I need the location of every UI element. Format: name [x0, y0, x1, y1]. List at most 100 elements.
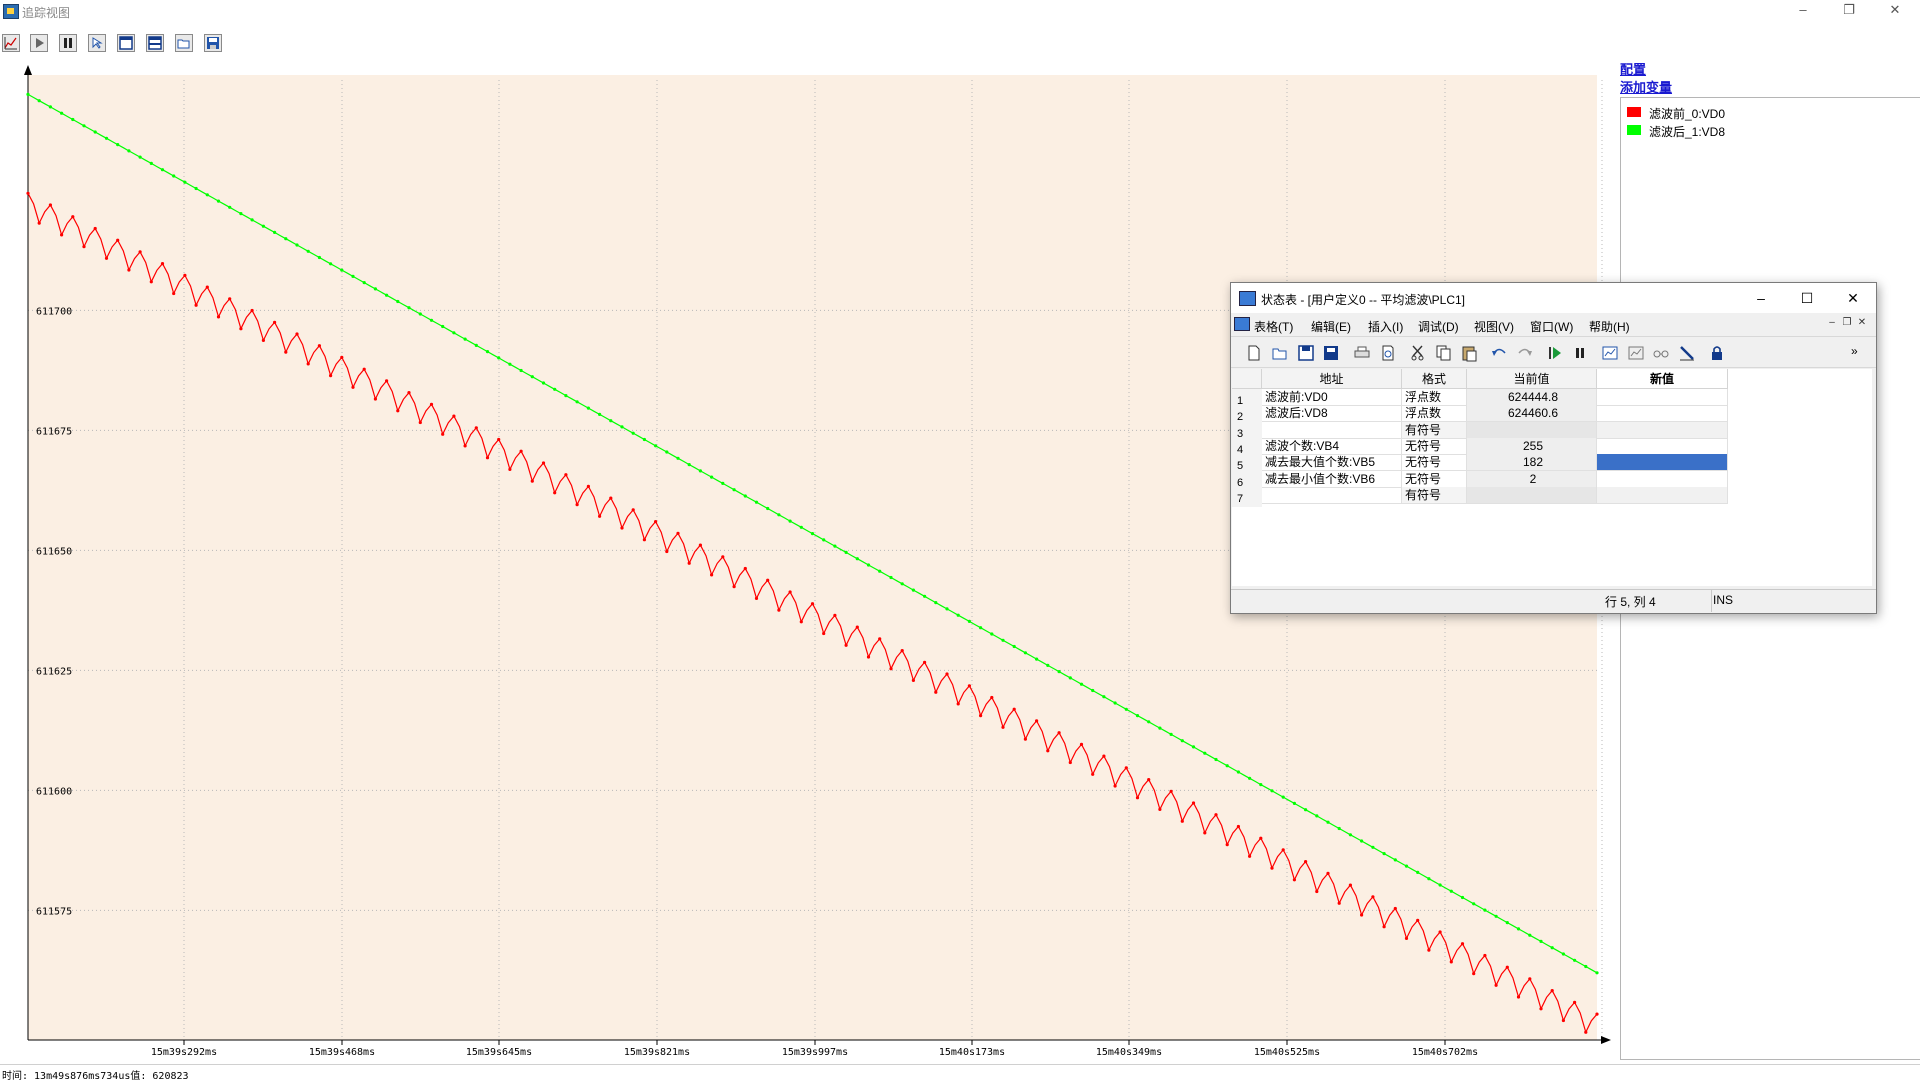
selected-new-value-cell[interactable] — [1597, 454, 1728, 472]
cursor-icon[interactable] — [88, 34, 106, 52]
redo-icon[interactable] — [1516, 344, 1534, 362]
series-point — [1584, 964, 1588, 969]
mdi-minimize-button[interactable]: – — [1825, 317, 1839, 331]
series-point — [1102, 695, 1106, 699]
series-point — [26, 191, 30, 195]
column-header-new[interactable]: 新值 — [1597, 369, 1728, 389]
cell-current[interactable]: 624460.6 — [1467, 405, 1597, 423]
menu-edit[interactable]: 编辑(E) — [1311, 318, 1351, 335]
cell-new[interactable] — [1597, 405, 1728, 423]
cell-current[interactable]: 255 — [1467, 437, 1597, 455]
cell-current[interactable]: 624444.8 — [1467, 389, 1597, 406]
play-icon[interactable] — [30, 34, 48, 52]
cell-address[interactable] — [1262, 421, 1402, 439]
cell-new[interactable] — [1597, 421, 1728, 439]
window-icon[interactable] — [117, 34, 135, 52]
maximize-button[interactable]: ☐ — [1784, 283, 1830, 313]
cell-current[interactable]: 2 — [1467, 470, 1597, 488]
series-point — [777, 608, 781, 612]
cell-new[interactable] — [1597, 389, 1728, 406]
series-point — [508, 362, 512, 366]
cell-address[interactable]: 滤波前:VD0 — [1262, 389, 1402, 406]
chart-icon[interactable] — [2, 34, 20, 52]
series-point — [934, 601, 938, 605]
chart-options-icon[interactable] — [1627, 344, 1645, 362]
cell-current[interactable]: 182 — [1467, 454, 1597, 472]
print-preview-icon[interactable] — [1379, 344, 1397, 362]
cell-address[interactable]: 滤波后:VD8 — [1262, 405, 1402, 423]
new-file-icon[interactable] — [1245, 344, 1263, 362]
series-point — [923, 660, 927, 664]
menu-insert[interactable]: 插入(I) — [1368, 318, 1403, 335]
glasses-icon[interactable] — [1652, 344, 1670, 362]
cell-new[interactable] — [1597, 486, 1728, 504]
menu-view[interactable]: 视图(V) — [1474, 318, 1514, 335]
close-button[interactable]: ✕ — [1830, 283, 1876, 313]
paste-icon[interactable] — [1460, 344, 1478, 362]
open-folder-icon[interactable] — [1271, 344, 1289, 362]
save-all-icon[interactable] — [1322, 344, 1340, 362]
pencil-icon[interactable] — [1678, 344, 1696, 362]
print-icon[interactable] — [1353, 344, 1371, 362]
series-point — [373, 397, 377, 401]
pause-icon[interactable] — [1571, 344, 1589, 362]
cell-format[interactable]: 浮点数 — [1402, 389, 1467, 406]
x-tick-label: 15m39s645ms — [466, 1047, 532, 1058]
menu-help[interactable]: 帮助(H) — [1589, 318, 1630, 335]
open-folder-icon[interactable] — [175, 34, 193, 52]
series-point — [1561, 952, 1565, 956]
series-point — [586, 484, 591, 488]
series-point — [1315, 814, 1319, 818]
series-point — [732, 488, 736, 492]
copy-icon[interactable] — [1434, 344, 1452, 362]
status-window-titlebar[interactable]: 状态表 - [用户定义0 -- 平均滤波\PLC1] – ☐ ✕ — [1231, 283, 1876, 313]
cell-format[interactable]: 无符号 — [1402, 470, 1467, 488]
run-icon[interactable] — [1546, 344, 1564, 362]
series-point — [250, 308, 254, 313]
status-table-window[interactable]: 状态表 - [用户定义0 -- 平均滤波\PLC1] – ☐ ✕ 表格(T) 编… — [1230, 282, 1877, 614]
cell-current[interactable] — [1467, 421, 1597, 439]
column-header-current[interactable]: 当前值 — [1467, 369, 1597, 389]
lock-icon[interactable] — [1708, 344, 1726, 362]
menu-table[interactable]: 表格(T) — [1254, 318, 1293, 335]
trend-view-icon[interactable] — [1601, 344, 1619, 362]
save-icon[interactable] — [1297, 344, 1315, 362]
cell-address[interactable]: 减去最小值个数:VB6 — [1262, 470, 1402, 488]
close-button[interactable]: ✕ — [1872, 0, 1918, 22]
cell-format[interactable]: 浮点数 — [1402, 405, 1467, 423]
restore-button[interactable]: ❐ — [1826, 0, 1872, 22]
cell-format[interactable]: 无符号 — [1402, 454, 1467, 472]
cut-icon[interactable] — [1409, 344, 1427, 362]
toolbar-overflow-icon[interactable]: » — [1851, 344, 1858, 358]
minimize-button[interactable]: – — [1780, 0, 1826, 22]
add-variable-link[interactable]: 添加变量 — [1620, 77, 1672, 96]
menu-debug[interactable]: 调试(D) — [1418, 318, 1459, 335]
split-icon[interactable] — [146, 34, 164, 52]
cell-format[interactable]: 无符号 — [1402, 437, 1467, 455]
series-point — [1528, 977, 1532, 981]
column-header-format[interactable]: 格式 — [1402, 369, 1467, 389]
column-header-address[interactable]: 地址 — [1262, 369, 1402, 389]
cell-current[interactable] — [1467, 486, 1597, 504]
series-point — [463, 337, 467, 341]
row-number[interactable]: 7 — [1232, 486, 1262, 507]
status-table-grid[interactable]: 地址 格式 当前值 新值 1 滤波前:VD0 浮点数 624444.8 2 滤波后:VD8… — [1232, 369, 1872, 586]
mdi-restore-button[interactable]: ❐ — [1840, 317, 1854, 331]
cell-new[interactable] — [1597, 437, 1728, 455]
cell-new[interactable] — [1597, 470, 1728, 488]
minimize-button[interactable]: – — [1738, 283, 1784, 313]
mdi-close-button[interactable]: ✕ — [1855, 317, 1869, 331]
cell-format[interactable]: 有符号 — [1402, 421, 1467, 439]
cell-format[interactable]: 有符号 — [1402, 486, 1467, 504]
series-point — [799, 620, 803, 624]
undo-icon[interactable] — [1490, 344, 1508, 362]
pause-icon[interactable] — [59, 34, 77, 52]
cell-address[interactable]: 减去最大值个数:VB5 — [1262, 454, 1402, 472]
save-icon[interactable] — [204, 34, 222, 52]
menu-window[interactable]: 窗口(W) — [1530, 318, 1573, 335]
series-point — [956, 613, 960, 617]
cell-address[interactable]: 滤波个数:VB4 — [1262, 437, 1402, 455]
cell-address[interactable] — [1262, 486, 1402, 504]
config-link[interactable]: 配置 — [1620, 59, 1646, 78]
series-point — [1035, 719, 1039, 723]
